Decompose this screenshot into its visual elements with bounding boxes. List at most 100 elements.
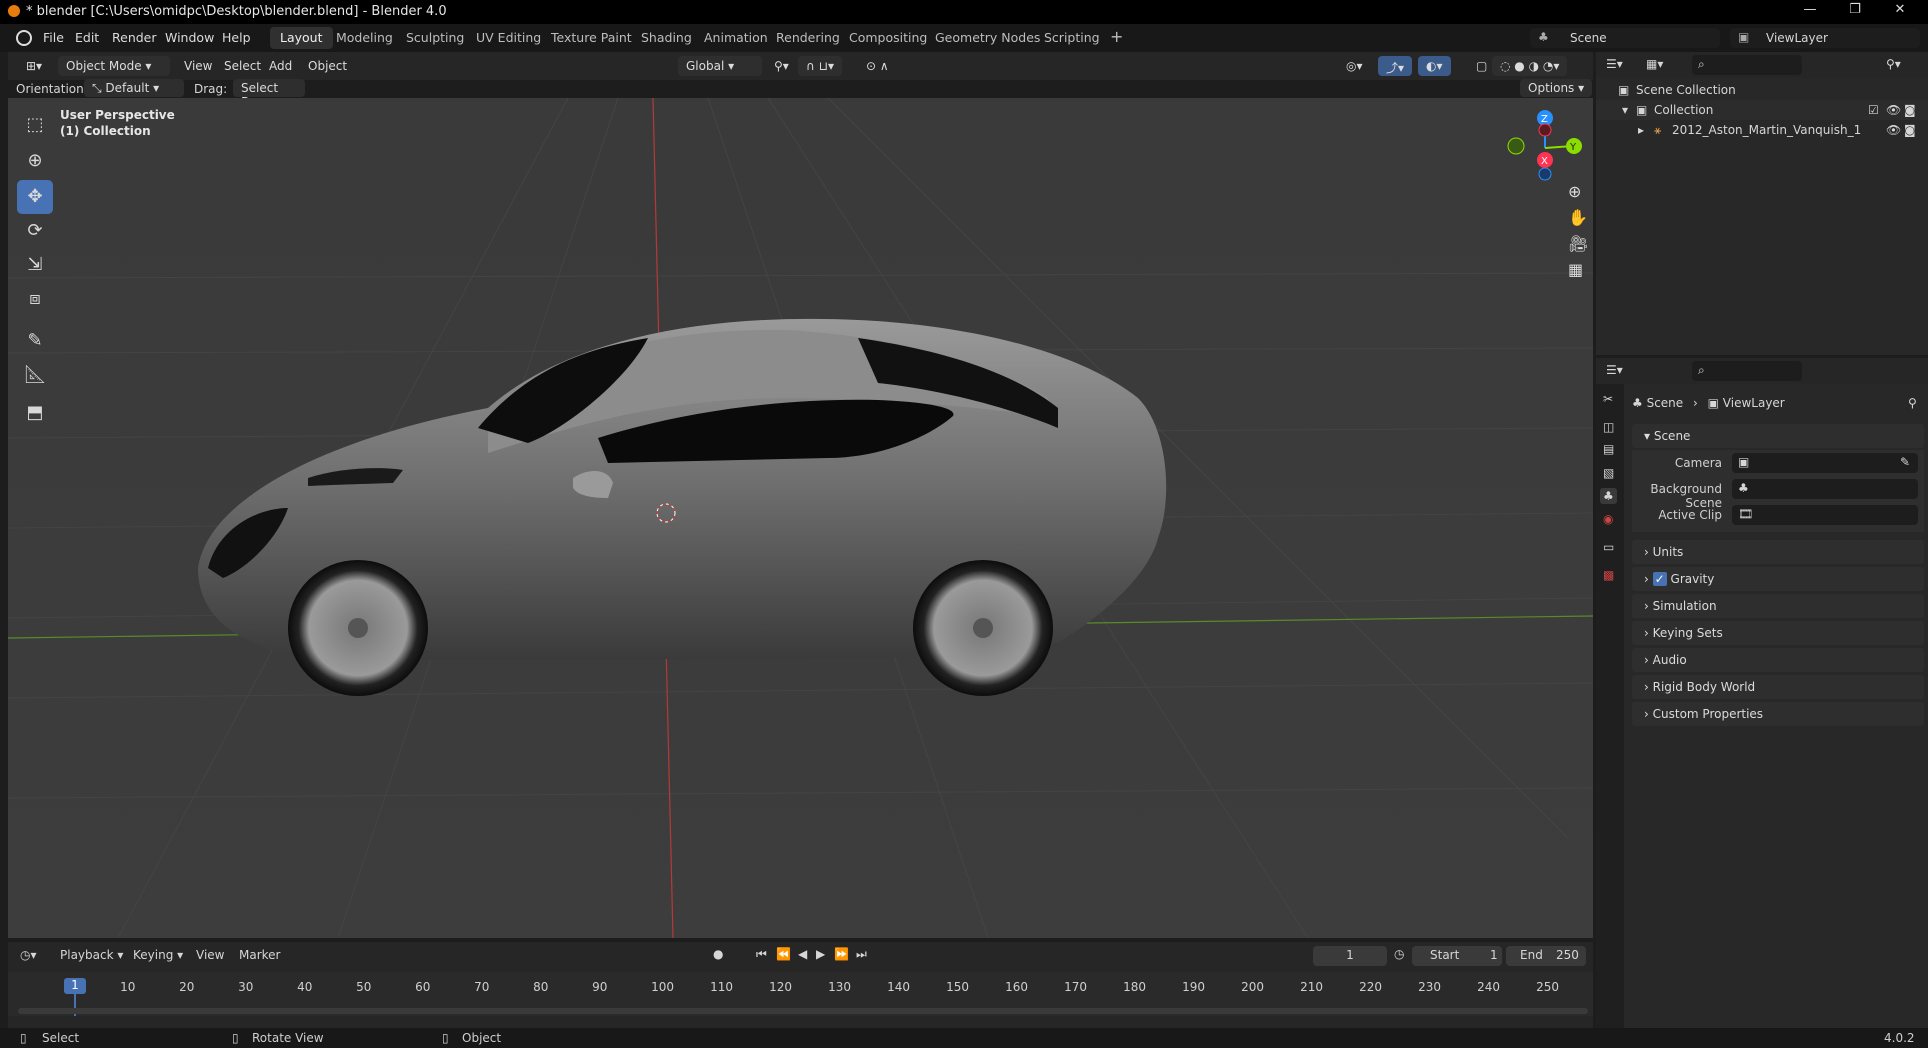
orientation-dropdown[interactable]: ⤡ Default ▾ <box>84 79 184 97</box>
section-scene[interactable]: ▾ Scene <box>1632 424 1924 448</box>
outliner-search-input[interactable]: ⌕ <box>1692 55 1802 75</box>
tab-layout[interactable]: Layout <box>270 27 333 49</box>
add-cube-tool-icon[interactable]: ⬒ <box>17 396 53 430</box>
minimize-button[interactable]: — <box>1790 2 1830 22</box>
menu-marker[interactable]: Marker <box>239 948 280 962</box>
menu-playback[interactable]: Playback ▾ <box>60 948 123 962</box>
section-simulation[interactable]: › Simulation <box>1632 594 1924 618</box>
menu-help[interactable]: Help <box>222 30 251 45</box>
filter-icon[interactable]: ⚲▾ <box>1886 57 1901 71</box>
pivot-icon[interactable]: ⚲▾ <box>766 56 797 76</box>
jump-start-icon[interactable]: ⏮ <box>756 947 767 962</box>
background-scene-field[interactable]: ♣ <box>1732 479 1918 499</box>
end-frame-field[interactable]: End 250 <box>1506 946 1586 966</box>
menu-view[interactable]: View <box>176 56 220 76</box>
tab-geometry-nodes[interactable]: Geometry Nodes <box>925 27 1050 49</box>
visibility-icon[interactable]: ◎▾ <box>1338 56 1371 76</box>
pin-icon[interactable]: ⚲ <box>1908 396 1917 410</box>
clock-icon[interactable]: ◷ <box>1394 947 1404 961</box>
blender-menu-icon[interactable] <box>16 30 32 46</box>
camera-field[interactable]: ▣ ✎ <box>1732 453 1918 473</box>
outliner-editor-icon[interactable]: ☰▾ <box>1606 57 1623 71</box>
menu-timeline-view[interactable]: View <box>196 948 224 962</box>
output-tab-icon[interactable]: ▤ <box>1603 442 1614 456</box>
proportional-edit-icon[interactable]: ⊙ ∧ <box>858 56 897 76</box>
rotate-tool-icon[interactable]: ⟳ <box>17 214 53 248</box>
view-layer-tab-icon[interactable]: ▧ <box>1603 466 1614 480</box>
transform-tool-icon[interactable]: ⧈ <box>17 282 53 316</box>
section-rigid-body-world[interactable]: › Rigid Body World <box>1632 675 1924 699</box>
active-clip-field[interactable]: 🎞︎ <box>1732 505 1918 525</box>
expand-object-icon[interactable]: ▸ <box>1638 123 1644 137</box>
next-keyframe-icon[interactable]: ⏩ <box>834 947 849 961</box>
move-tool-icon[interactable]: ✥ <box>17 180 53 214</box>
play-reverse-icon[interactable]: ◀ <box>798 947 807 961</box>
outliner-row-object[interactable]: ▸ ⚹ 2012_Aston_Martin_Vanquish_18( 👁︎ ◙ <box>1596 120 1928 140</box>
section-units[interactable]: › Units <box>1632 540 1924 564</box>
exclude-checkbox[interactable]: ☑ <box>1868 103 1879 117</box>
cursor-tool-icon[interactable]: ⊕ <box>17 144 53 178</box>
tab-compositing[interactable]: Compositing <box>839 27 937 49</box>
options-dropdown[interactable]: Options ▾ <box>1520 79 1593 97</box>
properties-search-input[interactable]: ⌕ <box>1692 361 1802 381</box>
expand-collection-icon[interactable]: ▾ <box>1622 103 1628 117</box>
tool-tab-icon[interactable]: ✂ <box>1603 392 1613 406</box>
navigation-gizmo[interactable]: Z Y X <box>1483 98 1593 188</box>
jump-end-icon[interactable]: ⏭ <box>856 947 867 962</box>
world-tab-icon[interactable]: ◉ <box>1603 512 1613 526</box>
section-audio[interactable]: › Audio <box>1632 648 1924 672</box>
texture-tab-icon[interactable]: ▩ <box>1603 568 1614 582</box>
object-render-icon[interactable]: ◙ <box>1904 123 1916 137</box>
camera-view-icon[interactable]: 🎥︎ <box>1568 234 1588 253</box>
pan-hand-icon[interactable]: ✋ <box>1568 208 1588 227</box>
section-custom-properties[interactable]: › Custom Properties <box>1632 702 1924 726</box>
tab-uv-editing[interactable]: UV Editing <box>466 27 551 49</box>
menu-object[interactable]: Object <box>300 56 355 76</box>
drag-dropdown[interactable]: Select Box ▾ <box>233 79 305 109</box>
annotate-tool-icon[interactable]: ✎ <box>17 324 53 358</box>
view-layer-selector[interactable]: ▣ ViewLayer <box>1730 28 1920 48</box>
gravity-checkbox[interactable]: ✓ <box>1652 572 1667 586</box>
transform-orientation-dropdown[interactable]: Global ▾ <box>678 56 762 76</box>
menu-add[interactable]: Add <box>261 56 300 76</box>
tab-shading[interactable]: Shading <box>631 27 702 49</box>
editor-type-icon[interactable]: ⊞▾ <box>18 56 50 76</box>
mode-dropdown[interactable]: Object Mode ▾ <box>58 56 170 76</box>
section-gravity[interactable]: › ✓ Gravity <box>1632 567 1924 591</box>
tab-scripting[interactable]: Scripting <box>1034 27 1110 49</box>
outliner-row-collection[interactable]: ▾ ▣ Collection ☑ 👁︎ ◙ <box>1596 100 1928 120</box>
tab-sculpting[interactable]: Sculpting <box>396 27 474 49</box>
tab-texture-paint[interactable]: Texture Paint <box>541 27 642 49</box>
section-keying-sets[interactable]: › Keying Sets <box>1632 621 1924 645</box>
playhead[interactable]: 1 <box>64 978 86 994</box>
shading-modes-icon[interactable]: ◌ ● ◑ ◔▾ <box>1492 56 1568 76</box>
tab-rendering[interactable]: Rendering <box>766 27 850 49</box>
scale-tool-icon[interactable]: ⇲ <box>17 248 53 282</box>
overlay-toggle-icon[interactable]: ◐▾ <box>1418 56 1451 76</box>
current-frame-field[interactable]: 1 <box>1313 946 1387 966</box>
object-eye-icon[interactable]: 👁︎ <box>1886 123 1901 137</box>
measure-tool-icon[interactable]: 📐︎ <box>17 358 53 392</box>
menu-keying[interactable]: Keying ▾ <box>133 948 183 962</box>
scene-selector[interactable]: ♣ Scene <box>1530 28 1720 48</box>
timeline-ruler[interactable]: 1 10 20 30 40 50 60 70 80 90 100 110 120 130 140 150 16… <box>8 972 1593 1016</box>
timeline-editor-icon[interactable]: ◷▾ <box>20 948 37 962</box>
collection-tab-icon[interactable]: ▭ <box>1603 540 1614 554</box>
zoom-icon[interactable]: ⊕ <box>1568 182 1581 201</box>
ortho-grid-icon[interactable]: ▦ <box>1568 260 1583 279</box>
menu-window[interactable]: Window <box>165 30 214 45</box>
tab-modeling[interactable]: Modeling <box>326 27 403 49</box>
record-icon[interactable]: ● <box>713 947 723 961</box>
timeline-scrollbar[interactable] <box>18 1008 1588 1014</box>
add-workspace-button[interactable]: + <box>1100 27 1133 49</box>
outliner-row-scene-collection[interactable]: ▣ Scene Collection <box>1596 80 1928 100</box>
display-mode-icon[interactable]: ▦▾ <box>1646 57 1663 71</box>
render-tab-icon[interactable]: ◫ <box>1603 420 1614 434</box>
gizmo-toggle-icon[interactable]: ⤴▾ <box>1378 56 1413 76</box>
start-frame-field[interactable]: Start 1 <box>1412 946 1502 966</box>
eye-icon[interactable]: 👁︎ <box>1886 103 1901 117</box>
properties-editor-icon[interactable]: ☰▾ <box>1606 363 1623 377</box>
render-camera-icon[interactable]: ◙ <box>1904 103 1916 117</box>
menu-file[interactable]: File <box>43 30 64 45</box>
3d-viewport[interactable]: User Perspective (1) Collection ⬚ ⊕ ✥ ⟳ … <box>8 98 1593 938</box>
